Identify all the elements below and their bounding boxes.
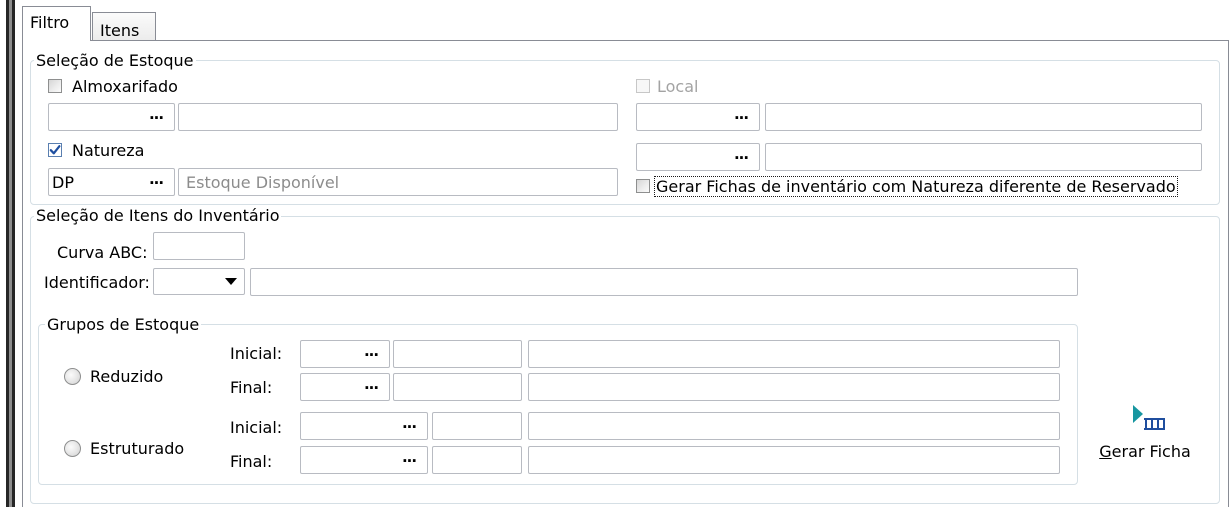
natureza-lookup-button[interactable]: ... (146, 171, 166, 193)
checkmark-icon (49, 145, 61, 155)
almoxarifado-checkbox-box[interactable] (48, 79, 62, 93)
generate-sheet-icon (1133, 405, 1165, 430)
selecao-itens-title: Seleção de Itens do Inventário (34, 206, 282, 225)
estruturado-radio-button[interactable] (64, 440, 81, 457)
estruturado-inicial-lookup: ... (300, 412, 428, 440)
reduzido-final-code-input[interactable] (301, 374, 359, 400)
reduzido-inicial-lookup-button[interactable]: ... (361, 343, 381, 365)
local-row1-description-input[interactable] (765, 103, 1202, 131)
almoxarifado-lookup: ... (48, 103, 175, 131)
estruturado-final-lookup: ... (300, 446, 428, 474)
estruturado-inicial-label: Inicial: (230, 418, 283, 437)
grupos-estoque-title: Grupos de Estoque (45, 315, 202, 334)
local-row1-lookup-button[interactable]: ... (731, 106, 751, 128)
reduzido-inicial-value-input[interactable] (393, 340, 522, 368)
reduzido-inicial-lookup: ... (300, 340, 390, 368)
almoxarifado-lookup-button[interactable]: ... (146, 106, 166, 128)
local-row1-code-input[interactable] (637, 104, 729, 130)
estruturado-inicial-lookup-button[interactable]: ... (399, 415, 419, 437)
estruturado-final-value-input[interactable] (432, 446, 522, 474)
gerar-ficha-label: Gerar Ficha (1099, 442, 1191, 461)
local-label: Local (657, 77, 699, 96)
estruturado-final-description-input[interactable] (528, 446, 1060, 474)
reduzido-final-label: Final: (230, 378, 273, 397)
natureza-label: Natureza (72, 141, 145, 160)
natureza-checkbox-box[interactable] (48, 143, 62, 157)
estruturado-final-label: Final: (230, 452, 273, 471)
curva-abc-label: Curva ABC: (57, 243, 148, 262)
reduzido-final-description-input[interactable] (528, 373, 1060, 401)
almoxarifado-code-input[interactable] (49, 104, 144, 130)
selecao-estoque-title: Seleção de Estoque (34, 51, 196, 70)
estruturado-final-lookup-button[interactable]: ... (399, 449, 419, 471)
almoxarifado-description-input[interactable] (178, 103, 618, 131)
gerar-fichas-reservado-checkbox-box[interactable] (636, 179, 650, 193)
estruturado-inicial-description-input[interactable] (528, 412, 1060, 440)
local-row1-lookup: ... (636, 103, 760, 131)
gerar-ficha-button[interactable]: Gerar Ficha (1093, 398, 1197, 466)
estruturado-final-code-input[interactable] (301, 447, 397, 473)
local-row2-description-input[interactable] (765, 143, 1202, 171)
natureza-description-input[interactable] (178, 168, 618, 196)
estruturado-label: Estruturado (90, 439, 185, 458)
reduzido-final-lookup: ... (300, 373, 390, 401)
reduzido-radio-button[interactable] (64, 368, 81, 385)
chevron-down-icon[interactable] (225, 278, 237, 285)
local-row2-code-input[interactable] (637, 144, 729, 170)
reduzido-final-value-input[interactable] (393, 373, 522, 401)
local-row2-lookup: ... (636, 143, 760, 171)
reduzido-inicial-description-input[interactable] (528, 340, 1060, 368)
filtro-content: Seleção de Estoque Almoxarifado ... Loca… (0, 0, 1231, 507)
reduzido-final-lookup-button[interactable]: ... (361, 376, 381, 398)
estruturado-inicial-code-input[interactable] (301, 413, 397, 439)
curva-abc-input[interactable] (153, 232, 245, 260)
local-row2-lookup-button[interactable]: ... (731, 146, 751, 168)
natureza-lookup: ... (48, 168, 175, 196)
reduzido-inicial-code-input[interactable] (301, 341, 359, 367)
local-checkbox-box[interactable] (636, 79, 650, 93)
identificador-select[interactable] (153, 268, 245, 295)
gerar-fichas-reservado-label: Gerar Fichas de inventário com Natureza … (654, 176, 1178, 197)
reduzido-label: Reduzido (90, 367, 164, 386)
reduzido-inicial-label: Inicial: (230, 344, 283, 363)
identificador-text-input[interactable] (250, 268, 1078, 296)
estruturado-inicial-value-input[interactable] (432, 412, 522, 440)
identificador-label: Identificador: (44, 273, 150, 292)
natureza-code-input[interactable] (49, 169, 144, 195)
almoxarifado-label: Almoxarifado (72, 77, 178, 96)
